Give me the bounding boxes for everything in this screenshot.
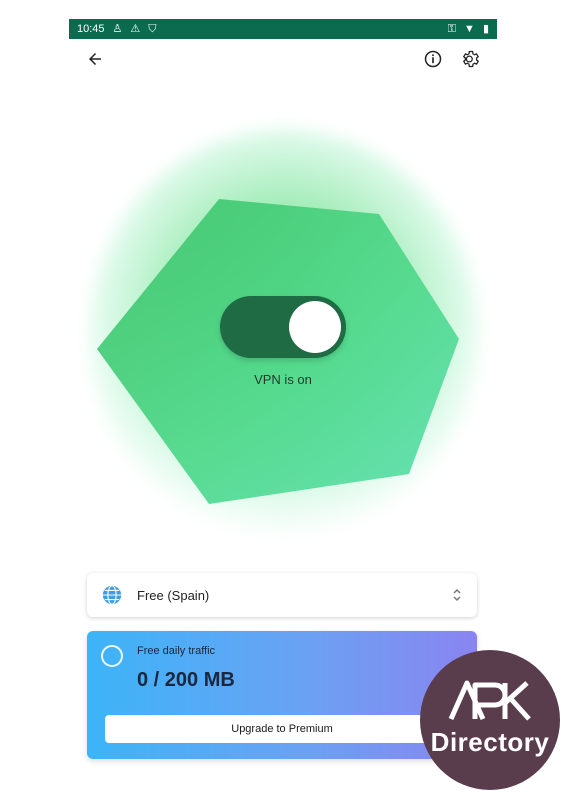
upgrade-premium-button[interactable]: Upgrade to Premium [105, 715, 459, 743]
accessibility-icon: ♙ [112, 22, 123, 35]
status-bar: 10:45 ♙ ⚠ ⛉ ⚿ ▼ ▮ [69, 19, 497, 39]
battery-icon: ▮ [482, 22, 489, 35]
apk-logo-icon [448, 680, 531, 721]
traffic-card: Free daily traffic 0 / 200 MB Upgrade to… [87, 631, 477, 759]
wifi-icon: ▼ [464, 22, 475, 35]
vpn-status-text: VPN is on [254, 372, 312, 387]
settings-icon[interactable] [457, 45, 485, 73]
back-arrow-icon[interactable] [81, 45, 109, 73]
vpn-visual-area: VPN is on [69, 89, 497, 569]
toggle-knob [289, 301, 341, 353]
traffic-value: 0 / 200 MB [137, 669, 235, 691]
traffic-progress-ring [101, 645, 123, 667]
vpn-toggle[interactable] [220, 296, 346, 358]
shield-icon: ⛉ [148, 22, 157, 35]
watermark-text: Directory [430, 726, 550, 757]
warning-icon: ⚠ [130, 22, 141, 35]
app-bar [69, 39, 497, 79]
info-icon[interactable] [419, 45, 447, 73]
location-label: Free (Spain) [137, 587, 210, 603]
chevron-up-down-icon [453, 588, 461, 602]
key-icon: ⚿ [447, 22, 457, 35]
apk-directory-watermark: Directory [420, 650, 560, 790]
location-selector[interactable]: Free (Spain) [87, 573, 477, 617]
globe-icon [102, 585, 122, 605]
traffic-title: Free daily traffic [137, 645, 216, 657]
status-time: 10:45 [77, 23, 105, 35]
